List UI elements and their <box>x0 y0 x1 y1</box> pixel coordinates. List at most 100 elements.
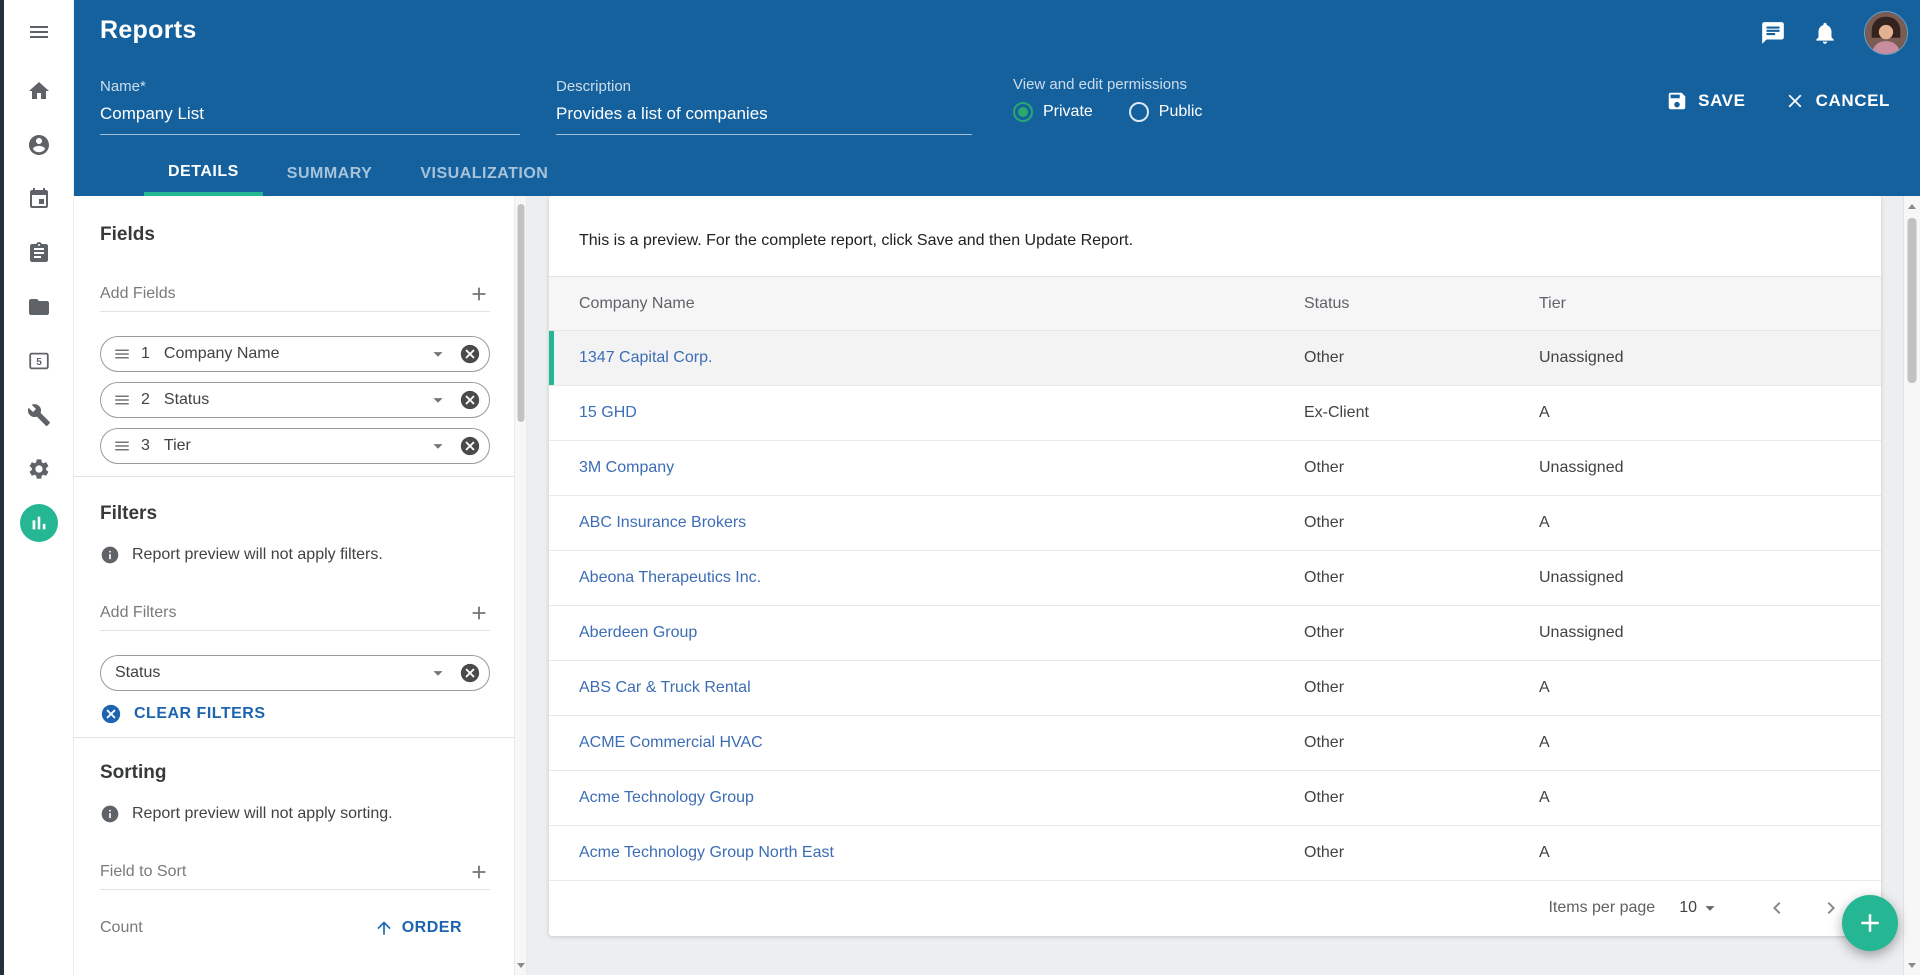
sidebar-item-account[interactable] <box>4 118 73 172</box>
panel-scrollbar[interactable] <box>514 196 527 975</box>
add-report-fab[interactable] <box>1842 895 1898 951</box>
permission-option-public[interactable]: Public <box>1129 102 1203 122</box>
company-cell: 1347 Capital Corp. <box>579 349 1304 367</box>
scroll-down-arrow[interactable] <box>515 959 526 971</box>
company-link[interactable]: Abeona Therapeutics Inc. <box>579 569 761 586</box>
plus-icon <box>468 861 490 883</box>
header-actions: SAVE CANCEL <box>1666 90 1890 112</box>
radio-label: Public <box>1159 103 1203 121</box>
next-page-button[interactable] <box>1819 896 1843 920</box>
section-divider <box>74 737 514 738</box>
table-row[interactable]: 1347 Capital Corp.OtherUnassigned <box>549 331 1881 386</box>
company-link[interactable]: 1347 Capital Corp. <box>579 349 712 366</box>
add-sort-row: Field to Sort <box>100 854 490 890</box>
table-row[interactable]: ABS Car & Truck RentalOtherA <box>549 661 1881 716</box>
field-pill[interactable]: 1Company Name <box>100 336 490 372</box>
add-sort-label: Field to Sort <box>100 863 186 881</box>
company-link[interactable]: Acme Technology Group <box>579 789 754 806</box>
table-row[interactable]: Acme Technology Group North EastOtherA <box>549 826 1881 881</box>
company-link[interactable]: Acme Technology Group North East <box>579 844 834 861</box>
tab-visualization[interactable]: VISUALIZATION <box>396 152 572 196</box>
scroll-down-arrow[interactable] <box>1904 959 1920 971</box>
sorting-heading: Sorting <box>100 762 490 784</box>
add-filters-button[interactable] <box>468 602 490 624</box>
order-button[interactable]: ORDER <box>374 918 462 938</box>
table-body: 1347 Capital Corp.OtherUnassigned15 GHDE… <box>549 331 1881 881</box>
tab-details[interactable]: DETAILS <box>144 152 263 196</box>
company-cell: ACME Commercial HVAC <box>579 734 1304 752</box>
name-input[interactable] <box>100 104 520 135</box>
sorting-note-row: Report preview will not apply sorting. <box>100 804 490 824</box>
remove-field-button[interactable] <box>459 435 481 457</box>
sidebar-item-tools[interactable] <box>4 388 73 442</box>
company-link[interactable]: Aberdeen Group <box>579 624 697 641</box>
sidebar-item-documents[interactable] <box>4 280 73 334</box>
table-row[interactable]: Abeona Therapeutics Inc.OtherUnassigned <box>549 551 1881 606</box>
table-row[interactable]: Aberdeen GroupOtherUnassigned <box>549 606 1881 661</box>
remove-filter-button[interactable] <box>459 662 481 684</box>
company-link[interactable]: ABC Insurance Brokers <box>579 514 746 531</box>
items-per-page-label: Items per page <box>1548 899 1655 917</box>
sidebar-item-calendar[interactable] <box>4 172 73 226</box>
status-cell: Other <box>1304 679 1539 697</box>
prev-page-button[interactable] <box>1765 896 1789 920</box>
chat-button[interactable] <box>1760 20 1786 46</box>
sidebar-item-module-5[interactable]: 5 <box>4 334 73 388</box>
permission-option-private[interactable]: Private <box>1013 102 1093 122</box>
dropdown-caret-icon <box>427 343 449 365</box>
sort-count-label: Count <box>100 919 143 937</box>
sidebar-item-settings[interactable] <box>4 442 73 496</box>
status-cell: Other <box>1304 624 1539 642</box>
add-sort-button[interactable] <box>468 861 490 883</box>
page-size-select[interactable]: 10 <box>1679 897 1721 919</box>
remove-icon <box>459 343 481 365</box>
user-avatar[interactable] <box>1864 11 1908 55</box>
table-row[interactable]: 3M CompanyOtherUnassigned <box>549 441 1881 496</box>
add-filters-label: Add Filters <box>100 604 176 622</box>
field-pill[interactable]: 3Tier <box>100 428 490 464</box>
company-link[interactable]: 3M Company <box>579 459 674 476</box>
clear-filters-button[interactable]: CLEAR FILTERS <box>100 703 490 725</box>
sidebar-item-home[interactable] <box>4 64 73 118</box>
tier-cell: A <box>1539 404 1851 422</box>
sidebar-item-reports[interactable] <box>4 496 73 550</box>
table-row[interactable]: ACME Commercial HVACOtherA <box>549 716 1881 771</box>
notifications-button[interactable] <box>1812 20 1838 46</box>
cancel-button[interactable]: CANCEL <box>1784 90 1890 112</box>
column-header: Tier <box>1539 295 1851 313</box>
info-icon <box>100 545 120 565</box>
remove-field-button[interactable] <box>459 343 481 365</box>
company-link[interactable]: ABS Car & Truck Rental <box>579 679 751 696</box>
tier-cell: Unassigned <box>1539 459 1851 477</box>
table-row[interactable]: Acme Technology GroupOtherA <box>549 771 1881 826</box>
company-link[interactable]: ACME Commercial HVAC <box>579 734 763 751</box>
clipboard-icon <box>27 241 51 265</box>
main-scrollbar[interactable] <box>1903 196 1920 975</box>
add-fields-button[interactable] <box>468 283 490 305</box>
status-cell: Other <box>1304 844 1539 862</box>
avatar-image <box>1865 12 1907 54</box>
description-input[interactable] <box>556 104 972 135</box>
scroll-up-arrow[interactable] <box>1904 200 1920 212</box>
company-cell: 15 GHD <box>579 404 1304 422</box>
menu-button[interactable] <box>4 0 73 64</box>
active-nav-indicator <box>20 504 58 542</box>
save-button[interactable]: SAVE <box>1666 90 1745 112</box>
table-row[interactable]: ABC Insurance BrokersOtherA <box>549 496 1881 551</box>
sidebar-item-tasks[interactable] <box>4 226 73 280</box>
company-cell: 3M Company <box>579 459 1304 477</box>
radio-icon <box>1129 102 1149 122</box>
window-edge <box>0 0 4 975</box>
field-label: Company Name <box>164 345 427 363</box>
scrollbar-thumb[interactable] <box>517 204 524 422</box>
field-pill[interactable]: 2Status <box>100 382 490 418</box>
wrench-icon <box>27 403 51 427</box>
tab-summary[interactable]: SUMMARY <box>263 152 397 196</box>
scrollbar-thumb[interactable] <box>1908 218 1917 383</box>
table-row[interactable]: 15 GHDEx-ClientA <box>549 386 1881 441</box>
company-cell: Acme Technology Group North East <box>579 844 1304 862</box>
company-link[interactable]: 15 GHD <box>579 404 637 421</box>
tier-cell: A <box>1539 789 1851 807</box>
filter-pill[interactable]: Status <box>100 655 490 691</box>
remove-field-button[interactable] <box>459 389 481 411</box>
